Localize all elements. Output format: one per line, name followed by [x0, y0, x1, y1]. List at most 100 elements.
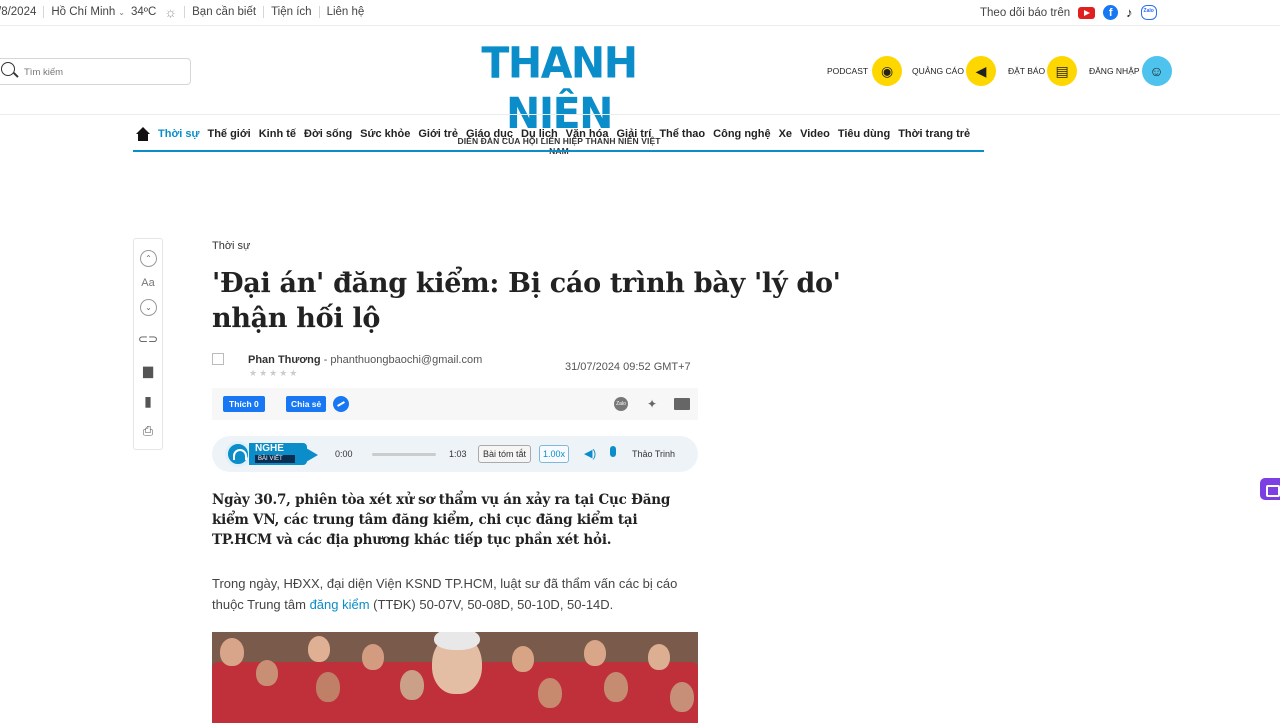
nav-item-thoi-su[interactable]: Thời sự	[158, 128, 199, 140]
headphones-icon	[225, 441, 251, 467]
print-icon[interactable]: ⎙	[134, 423, 162, 439]
ads-label: QUẢNG CÁO	[912, 66, 964, 76]
photo-person	[362, 644, 384, 670]
voice-selector[interactable]: Thảo Trinh	[632, 449, 675, 459]
facebook-share-button[interactable]: Chia sẻ	[286, 396, 327, 412]
publish-date: 31/07/2024 09:52 GMT+7	[565, 361, 691, 373]
font-increase-icon[interactable]: ⌃	[140, 250, 157, 267]
search-placeholder: Tìm kiếm	[24, 67, 64, 78]
link-ban-can-biet[interactable]: Bạn cần biết	[192, 6, 256, 18]
login-button[interactable]: ĐĂNG NHẬP ☺	[1089, 56, 1172, 86]
link-lien-he[interactable]: Liên hệ	[327, 6, 365, 18]
twitter-icon[interactable]: ✦	[644, 397, 660, 411]
photo-person	[604, 672, 628, 702]
article-title: 'Đại án' đăng kiểm: Bị cáo trình bày 'lý…	[212, 268, 841, 334]
author-line: Phan Thương - phanthuongbaochi@gmail.com	[248, 354, 482, 366]
youtube-icon[interactable]	[1078, 6, 1096, 19]
nav-item-suc-khoe[interactable]: Sức khỏe	[360, 128, 410, 140]
city-label: Hồ Chí Minh	[51, 6, 116, 18]
facebook-icon[interactable]: f	[1103, 5, 1119, 20]
article-lead: Ngày 30.7, phiên tòa xét xử sơ thẩm vụ á…	[212, 492, 671, 548]
photo-person	[538, 678, 562, 708]
megaphone-icon: ◀	[965, 56, 996, 86]
link-icon[interactable]: ⊂⊃	[134, 332, 162, 346]
sun-icon: ☼	[164, 4, 178, 20]
article-category[interactable]: Thời sự	[212, 240, 250, 252]
current-date: /8/2024	[0, 6, 37, 18]
author-name[interactable]: Phan Thương	[248, 354, 321, 366]
top-bar: /8/2024 Hồ Chí Minh ⌄ 34ºC ☼ Bạn cần biết…	[0, 0, 1280, 26]
article-photo[interactable]	[212, 632, 698, 723]
search-icon[interactable]	[1, 62, 15, 76]
login-label: ĐĂNG NHẬP	[1089, 66, 1140, 76]
photo-person	[256, 660, 278, 686]
main-nav: Thời sự Thế giới Kinh tế Đời sống Sức kh…	[133, 118, 984, 152]
divider	[318, 6, 320, 18]
paragraph-text-end: (TTĐK) 50-07V, 50-08D, 50-10D, 50-14D.	[369, 597, 614, 612]
nav-item-gioi-tre[interactable]: Giới trẻ	[418, 128, 458, 140]
follow-label: Theo dõi báo trên	[980, 6, 1071, 19]
link-tien-ich[interactable]: Tiện ích	[271, 6, 311, 18]
listen-label: NGHE	[255, 443, 284, 454]
author-avatar	[212, 353, 226, 367]
search-input[interactable]: Tìm kiếm	[0, 58, 191, 85]
temperature: 34ºC	[131, 6, 157, 18]
ads-button[interactable]: QUẢNG CÁO ◀	[912, 56, 996, 86]
summary-button[interactable]: Bài tóm tắt	[478, 445, 532, 463]
email-icon[interactable]	[674, 398, 690, 410]
nav-item-doi-song[interactable]: Đời sống	[304, 128, 352, 140]
audio-progress-bar[interactable]	[372, 453, 436, 456]
nav-item-giao-duc[interactable]: Giáo dục	[466, 128, 513, 140]
newspaper-icon: ▤	[1047, 56, 1078, 86]
divider	[43, 6, 45, 18]
nav-item-the-gioi[interactable]: Thế giới	[207, 128, 250, 140]
nav-item-kinh-te[interactable]: Kinh tế	[259, 128, 296, 140]
nav-item-giai-tri[interactable]: Giải trí	[616, 128, 651, 140]
photo-person	[670, 682, 694, 712]
nav-item-video[interactable]: Video	[800, 128, 830, 140]
nav-item-cong-nghe[interactable]: Công nghệ	[713, 128, 770, 140]
author-email: - phanthuongbaochi@gmail.com	[323, 354, 483, 366]
photo-person	[512, 646, 534, 672]
tiktok-icon[interactable]: ♪	[1126, 5, 1133, 20]
podcast-button[interactable]: PODCAST ◉	[827, 56, 903, 86]
current-time: 0:00	[335, 449, 353, 459]
article-toolbar: ⌃ Aa ⌄ ⊂⊃ ▆ ▮ ⎙	[133, 238, 163, 450]
chevron-down-icon: ⌄	[118, 8, 125, 17]
nav-item-the-thao[interactable]: Thể thao	[659, 128, 705, 140]
nav-item-tieu-dung[interactable]: Tiêu dùng	[838, 128, 890, 140]
divider	[263, 6, 265, 18]
bookmark-icon[interactable]: ▮	[134, 393, 162, 410]
play-icon[interactable]	[306, 448, 318, 462]
nav-item-van-hoa[interactable]: Văn hóa	[566, 128, 609, 140]
nav-item-xe[interactable]: Xe	[779, 128, 792, 140]
audio-player: NGHE BÀI VIẾT 0:00 1:03 Bài tóm tắt 1.00…	[212, 436, 698, 472]
nav-item-du-lich[interactable]: Du lịch	[521, 128, 558, 140]
comment-icon[interactable]: ▆	[134, 363, 162, 379]
speed-button[interactable]: 1.00x	[539, 445, 570, 463]
microphone-icon[interactable]	[610, 446, 616, 457]
photo-person	[400, 670, 424, 700]
zalo-share-icon[interactable]: Zalo	[614, 397, 628, 411]
nav-item-thoi-trang-tre[interactable]: Thời trang trẻ	[898, 128, 970, 140]
photo-person	[648, 644, 670, 670]
messenger-icon[interactable]	[333, 396, 349, 412]
home-icon[interactable]	[136, 127, 150, 141]
divider	[184, 6, 186, 18]
facebook-like-button[interactable]: Thích 0	[223, 396, 265, 412]
microphone-icon: ◉	[872, 56, 903, 86]
photo-person	[584, 640, 606, 666]
floating-widget-icon[interactable]	[1260, 478, 1280, 500]
photo-hair	[434, 632, 480, 650]
subscribe-button[interactable]: ĐẶT BÁO ▤	[1008, 56, 1078, 86]
user-icon: ☺	[1141, 56, 1172, 86]
photo-person	[316, 672, 340, 702]
listen-badge: NGHE BÀI VIẾT	[225, 441, 307, 467]
zalo-icon[interactable]: Zalo	[1140, 5, 1157, 20]
font-decrease-icon[interactable]: ⌄	[140, 299, 157, 316]
volume-icon[interactable]: ◀)	[584, 447, 596, 460]
photo-person	[220, 638, 244, 666]
author-rating: ★★★★★	[249, 368, 300, 378]
tag-link-dang-kiem[interactable]: đăng kiểm	[310, 597, 370, 612]
city-selector[interactable]: Hồ Chí Minh ⌄	[51, 6, 125, 18]
